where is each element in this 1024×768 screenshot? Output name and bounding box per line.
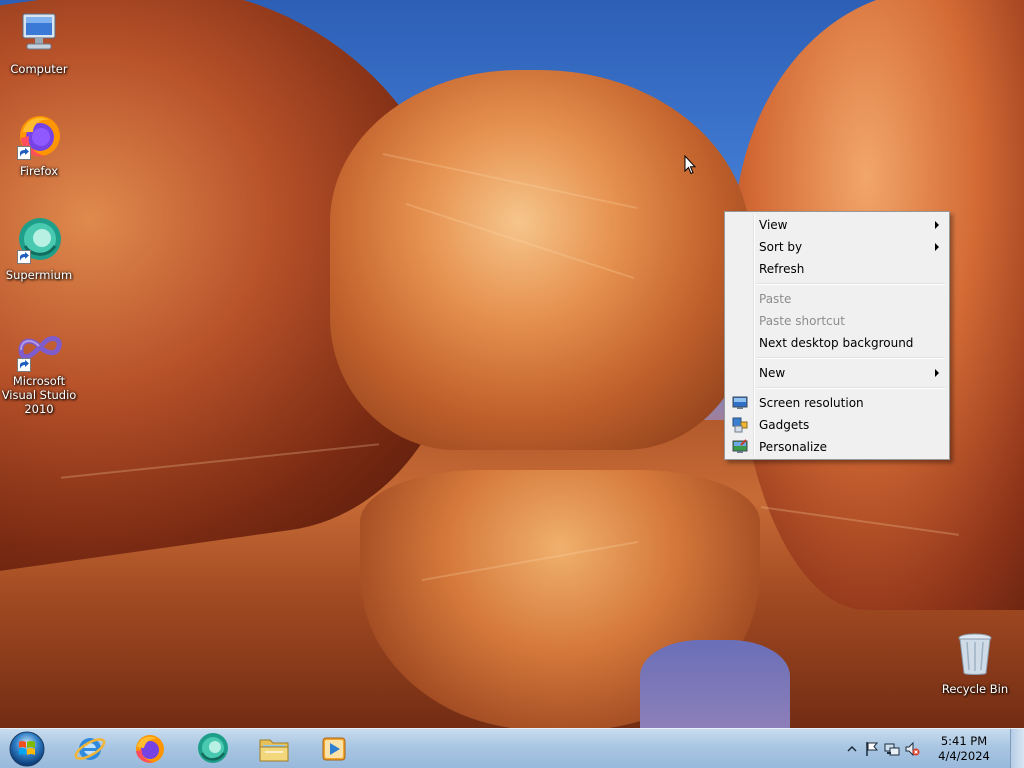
menu-item-sort-by[interactable]: Sort by <box>727 236 947 258</box>
menu-item-next-desktop-background[interactable]: Next desktop background <box>727 332 947 354</box>
start-button[interactable] <box>4 730 50 768</box>
recycle-bin-icon <box>951 630 999 678</box>
supermium-icon <box>15 216 63 264</box>
menu-item-label: Sort by <box>759 240 803 254</box>
submenu-arrow-icon <box>935 221 939 229</box>
firefox-icon <box>136 735 164 763</box>
menu-item-new[interactable]: New <box>727 362 947 384</box>
menu-item-label: Refresh <box>759 262 805 276</box>
taskbar-app-internet-explorer[interactable] <box>62 731 118 767</box>
clock-time: 5:41 PM <box>940 734 988 748</box>
menu-item-label: Gadgets <box>759 418 810 432</box>
action-center-flag-icon[interactable] <box>864 741 880 757</box>
desktop-context-menu: View Sort by Refresh Paste Paste shortcu… <box>724 211 950 460</box>
internet-explorer-icon <box>74 738 106 760</box>
show-hidden-icons-icon[interactable] <box>844 741 860 757</box>
network-icon[interactable] <box>884 741 900 757</box>
system-tray: 5:41 PM 4/4/2024 <box>834 729 1024 768</box>
menu-item-label: Next desktop background <box>759 336 914 350</box>
desktop-icon-firefox[interactable]: Firefox <box>1 112 77 178</box>
menu-item-gadgets[interactable]: Gadgets <box>727 414 947 436</box>
desktop-icon-label: Supermium <box>5 268 73 282</box>
menu-item-label: New <box>759 366 786 380</box>
media-player-icon <box>322 737 346 761</box>
screen-resolution-icon <box>732 396 748 409</box>
taskbar: 5:41 PM 4/4/2024 <box>0 728 1024 768</box>
shortcut-arrow-icon <box>17 358 31 372</box>
firefox-icon <box>15 112 63 160</box>
menu-item-label: Paste <box>759 292 792 306</box>
desktop-icon-label: Firefox <box>19 164 59 178</box>
desktop-icon-label: Computer <box>10 62 68 76</box>
submenu-arrow-icon <box>935 243 939 251</box>
menu-item-label: View <box>759 218 788 232</box>
taskbar-app-windows-explorer[interactable] <box>246 731 302 767</box>
menu-item-label: Screen resolution <box>759 396 864 410</box>
windows-orb-icon <box>9 731 45 767</box>
desktop-icon-label: Microsoft Visual Studio 2010 <box>1 374 77 416</box>
folder-icon <box>259 739 289 762</box>
desktop-icon-recycle-bin[interactable]: Recycle Bin <box>937 630 1013 696</box>
menu-item-label: Personalize <box>759 440 828 454</box>
computer-icon <box>15 10 63 58</box>
taskbar-app-supermium[interactable] <box>184 731 240 767</box>
menu-item-refresh[interactable]: Refresh <box>727 258 947 280</box>
visual-studio-icon <box>15 330 63 372</box>
menu-separator <box>727 280 947 288</box>
menu-separator <box>727 384 947 392</box>
taskbar-app-firefox[interactable] <box>122 731 178 767</box>
clock-date: 4/4/2024 <box>938 749 990 763</box>
show-desktop-button[interactable] <box>1010 729 1024 768</box>
menu-item-paste-shortcut[interactable]: Paste shortcut <box>727 310 947 332</box>
desktop-icon-visual-studio[interactable]: Microsoft Visual Studio 2010 <box>1 330 77 416</box>
shortcut-arrow-icon <box>17 250 31 264</box>
menu-item-paste[interactable]: Paste <box>727 288 947 310</box>
menu-item-screen-resolution[interactable]: Screen resolution <box>727 392 947 414</box>
menu-item-view[interactable]: View <box>727 214 947 236</box>
submenu-arrow-icon <box>935 369 939 377</box>
menu-separator <box>727 354 947 362</box>
menu-item-personalize[interactable]: Personalize <box>727 436 947 458</box>
personalize-icon <box>732 439 748 453</box>
menu-item-label: Paste shortcut <box>759 314 845 328</box>
wallpaper-sky-reflection <box>640 640 790 728</box>
taskbar-clock[interactable]: 5:41 PM 4/4/2024 <box>934 734 994 764</box>
wallpaper-rock-center <box>330 70 750 450</box>
gadgets-icon <box>732 417 748 433</box>
shortcut-arrow-icon <box>17 146 31 160</box>
desktop-icon-supermium[interactable]: Supermium <box>1 216 77 282</box>
supermium-icon <box>198 733 228 763</box>
taskbar-app-media-player[interactable] <box>306 731 362 767</box>
desktop-icon-computer[interactable]: Computer <box>1 10 77 76</box>
desktop-icon-label: Recycle Bin <box>941 682 1009 696</box>
volume-muted-icon[interactable] <box>904 741 920 757</box>
mouse-cursor-icon <box>684 155 696 175</box>
